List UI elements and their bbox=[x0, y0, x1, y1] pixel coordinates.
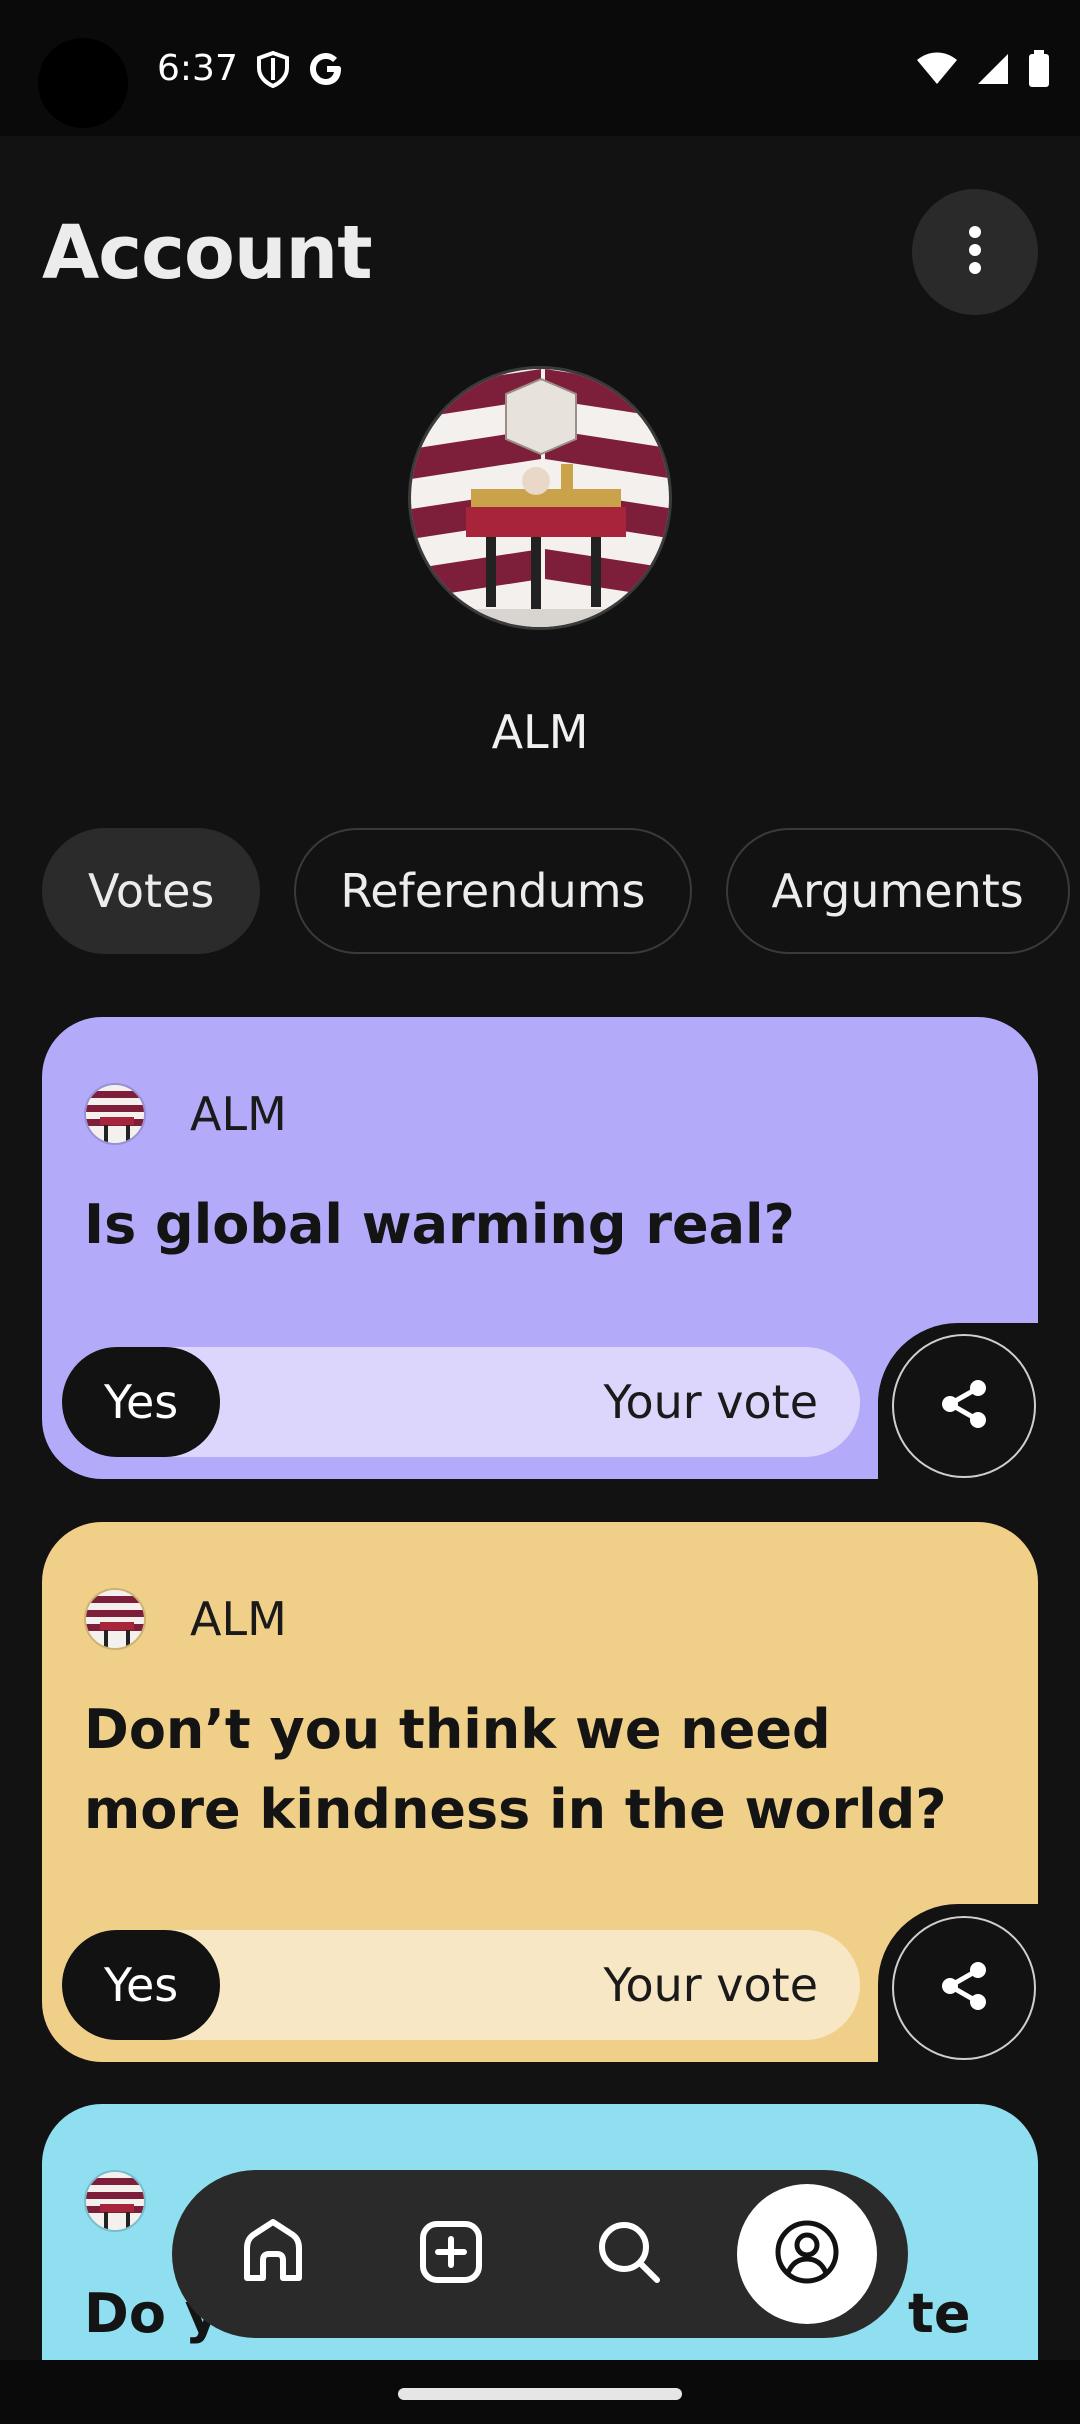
wifi-icon bbox=[916, 52, 958, 90]
more-options-button[interactable] bbox=[912, 189, 1038, 315]
profile-name: ALM bbox=[491, 705, 589, 759]
nav-create[interactable] bbox=[362, 2182, 540, 2326]
tab-votes[interactable]: Votes bbox=[42, 828, 261, 954]
share-icon bbox=[936, 1376, 992, 1436]
card-question: Don’t you think we need more kindness in… bbox=[84, 1698, 947, 1841]
signal-icon bbox=[976, 52, 1010, 90]
vote-answer: Yes bbox=[62, 1930, 221, 2040]
home-icon bbox=[237, 2216, 309, 2292]
nav-profile[interactable] bbox=[718, 2182, 896, 2326]
card-question: Is global warming real? bbox=[84, 1193, 795, 1256]
vote-status: Your vote bbox=[603, 1958, 818, 2012]
status-time: 6:37 bbox=[157, 48, 238, 89]
author-name[interactable]: ALM bbox=[190, 1087, 287, 1141]
nav-search[interactable] bbox=[540, 2182, 718, 2326]
status-bar: 6:37 bbox=[0, 0, 1080, 136]
bottom-nav bbox=[172, 2170, 908, 2338]
profile-avatar[interactable] bbox=[408, 366, 672, 630]
author-avatar[interactable] bbox=[84, 2170, 146, 2232]
system-gesture-area bbox=[0, 2360, 1080, 2424]
nav-profile-highlight bbox=[737, 2184, 877, 2324]
tab-referendums[interactable]: Referendums bbox=[294, 828, 692, 954]
google-icon bbox=[308, 50, 346, 92]
card-author-row bbox=[84, 2170, 146, 2232]
author-name[interactable]: ALM bbox=[190, 1592, 287, 1646]
profile-icon bbox=[774, 2219, 840, 2289]
card-question-tail: te bbox=[908, 2282, 971, 2345]
tab-arguments[interactable]: Arguments bbox=[725, 828, 1070, 954]
vote-result-pill: Yes Your vote bbox=[62, 1347, 860, 1457]
card-author-row: ALM bbox=[84, 1588, 287, 1650]
vote-result-pill: Yes Your vote bbox=[62, 1930, 860, 2040]
more-vertical-icon bbox=[967, 226, 983, 278]
vote-status: Your vote bbox=[603, 1375, 818, 1429]
search-icon bbox=[595, 2218, 663, 2290]
vote-answer: Yes bbox=[62, 1347, 221, 1457]
card-author-row: ALM bbox=[84, 1083, 287, 1145]
vote-card[interactable]: ALM Don’t you think we need more kindnes… bbox=[42, 1522, 1048, 2074]
battery-icon bbox=[1028, 50, 1050, 92]
camera-cutout bbox=[38, 38, 128, 128]
author-avatar[interactable] bbox=[84, 1083, 146, 1145]
share-button[interactable] bbox=[892, 1916, 1036, 2060]
gesture-handle[interactable] bbox=[398, 2388, 682, 2400]
author-avatar[interactable] bbox=[84, 1588, 146, 1650]
nav-home[interactable] bbox=[184, 2182, 362, 2326]
add-icon bbox=[418, 2219, 484, 2289]
shield-icon bbox=[255, 50, 291, 92]
share-icon bbox=[936, 1958, 992, 2018]
vote-card[interactable]: ALM Is global warming real? Yes Your vot… bbox=[42, 1017, 1048, 1493]
share-button[interactable] bbox=[892, 1334, 1036, 1478]
tab-bar: Votes Referendums Arguments bbox=[42, 828, 1070, 954]
page-title: Account bbox=[42, 210, 373, 296]
